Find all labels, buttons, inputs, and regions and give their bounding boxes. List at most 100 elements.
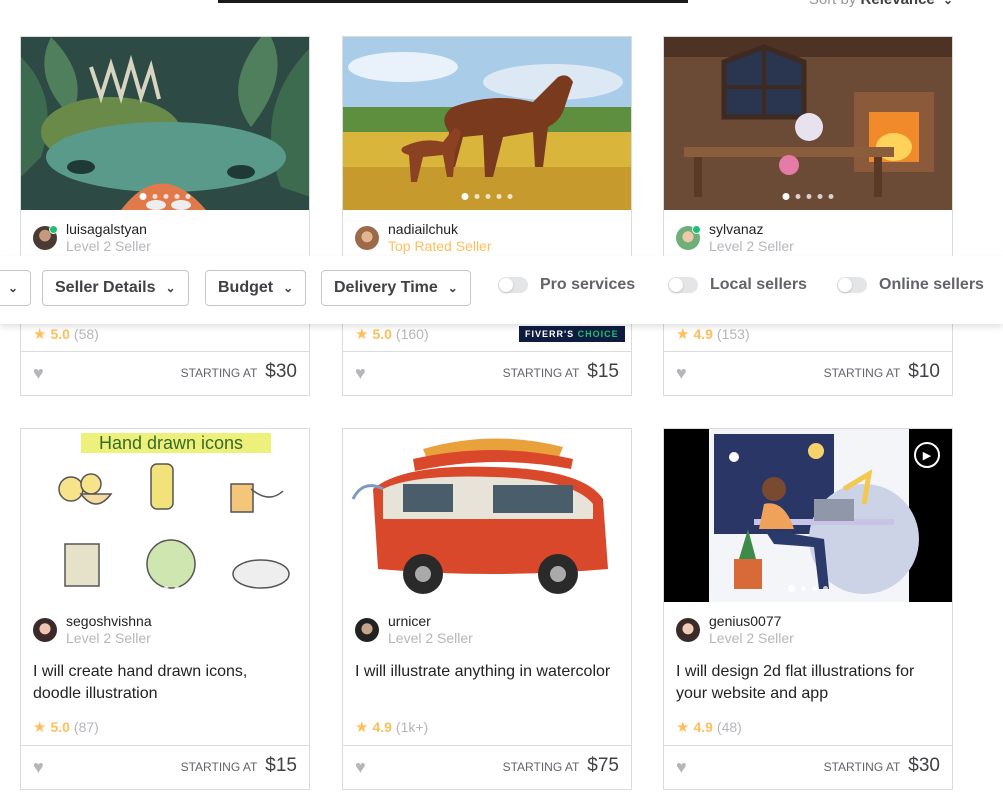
filter-dropdown-previous[interactable]: ⌄ (0, 270, 31, 306)
gig-price[interactable]: STARTING AT $15 (181, 755, 297, 777)
price-value: $10 (908, 361, 940, 382)
seller-level: Top Rated Seller (388, 238, 492, 254)
gig-footer: ♥ STARTING AT $15 (343, 351, 631, 395)
gig-price[interactable]: STARTING AT $75 (503, 755, 619, 777)
seller-info: urnicer Level 2 Seller (355, 613, 473, 647)
carousel-dots[interactable] (461, 585, 513, 592)
seller-avatar[interactable] (355, 226, 379, 250)
gig-card[interactable]: ▶ genius0077 Level 2 Seller I will desig… (663, 428, 953, 790)
gig-price[interactable]: STARTING AT $30 (824, 755, 940, 777)
seller-avatar[interactable] (33, 618, 57, 642)
seller-name[interactable]: nadiailchuk (388, 221, 492, 238)
price-value: $15 (587, 361, 619, 382)
gig-price[interactable]: STARTING AT $10 (824, 361, 940, 383)
gig-card[interactable]: nadiailchuk Top Rated Seller ★ 5.0 (160)… (342, 36, 632, 396)
online-sellers-toggle[interactable]: Online sellers (837, 276, 984, 294)
seller-name[interactable]: segoshvishna (66, 613, 152, 630)
heart-icon[interactable]: ♥ (355, 364, 366, 382)
toggle-label: Pro services (540, 276, 636, 293)
seller-avatar[interactable] (676, 225, 701, 250)
price-label: STARTING AT (502, 366, 580, 380)
budget-filter[interactable]: Budget ⌄ (205, 270, 307, 306)
seller-details-filter[interactable]: Seller Details ⌄ (42, 270, 189, 306)
carousel-dots[interactable] (782, 193, 834, 200)
fiverrs-choice-badge: FIVERR'S CHOICE (519, 326, 625, 342)
toggle-label: Online sellers (879, 276, 984, 293)
toggle-switch[interactable] (837, 277, 867, 293)
seller-name[interactable]: urnicer (388, 613, 473, 630)
chevron-down-icon: ⌄ (283, 281, 294, 295)
online-status-icon (692, 225, 701, 234)
rating-count: (87) (73, 719, 99, 735)
heart-icon[interactable]: ♥ (676, 758, 687, 776)
chevron-down-icon: ⌄ (447, 281, 458, 295)
pro-services-toggle[interactable]: Pro services (498, 276, 635, 294)
header-underline (218, 0, 688, 3)
local-sellers-toggle[interactable]: Local sellers (668, 276, 807, 294)
gig-card[interactable]: luisagalstyan Level 2 Seller ★ 5.0 (58) … (20, 36, 310, 396)
frog-illustration-image (21, 37, 309, 210)
gig-thumbnail[interactable] (343, 37, 631, 210)
star-icon: ★ (676, 719, 690, 736)
carousel-dots[interactable] (461, 193, 513, 200)
rating-count: (1k+) (395, 719, 429, 735)
play-video-icon[interactable]: ▶ (914, 442, 940, 468)
seller-name[interactable]: luisagalstyan (66, 221, 151, 238)
watercolor-van-image (343, 429, 631, 602)
seller-level: Level 2 Seller (388, 630, 473, 646)
carousel-dots[interactable] (139, 193, 191, 200)
flat-illustration-video (664, 429, 952, 602)
price-value: $75 (587, 755, 619, 776)
gig-card[interactable]: sylvanaz Level 2 Seller ★ 4.9 (153) ♥ ST… (663, 36, 953, 396)
carousel-dots[interactable] (788, 585, 828, 592)
gig-title[interactable]: I will create hand drawn icons, doodle i… (33, 661, 297, 705)
seller-avatar[interactable] (355, 618, 379, 642)
rating-value: 5.0 (50, 719, 70, 735)
gig-thumbnail[interactable]: ▶ (664, 429, 952, 602)
gig-footer: ♥ STARTING AT $30 (21, 351, 309, 395)
sort-by-dropdown[interactable]: Sort by Relevance ⌄ (809, 0, 953, 8)
seller-name[interactable]: sylvanaz (709, 221, 794, 238)
seller-level: Level 2 Seller (66, 630, 151, 646)
chevron-down-icon: ⌄ (165, 281, 176, 295)
gig-rating: ★ 4.9 (48) (676, 718, 742, 736)
delivery-time-filter[interactable]: Delivery Time ⌄ (321, 270, 471, 306)
heart-icon[interactable]: ♥ (33, 364, 44, 382)
seller-avatar[interactable] (33, 225, 58, 250)
gig-rating: ★ 4.9 (1k+) (355, 718, 428, 736)
seller-level: Level 2 Seller (66, 238, 151, 254)
gig-title[interactable]: I will design 2d flat illustrations for … (676, 661, 940, 705)
seller-name[interactable]: genius0077 (709, 613, 794, 630)
gig-thumbnail[interactable]: Hand drawn icons (21, 429, 309, 602)
price-value: $30 (265, 361, 297, 382)
gig-card[interactable]: urnicer Level 2 Seller I will illustrate… (342, 428, 632, 790)
rating-count: (58) (73, 326, 99, 342)
rating-count: (153) (716, 326, 750, 342)
gig-price[interactable]: STARTING AT $30 (181, 361, 297, 383)
gig-thumbnail[interactable] (664, 37, 952, 210)
gig-title[interactable]: I will illustrate anything in watercolor (355, 661, 619, 683)
gig-footer: ♥ STARTING AT $30 (664, 745, 952, 789)
rating-value: 4.9 (693, 719, 713, 735)
heart-icon[interactable]: ♥ (355, 758, 366, 776)
heart-icon[interactable]: ♥ (33, 758, 44, 776)
gig-card[interactable]: Hand drawn icons segoshvishna Level 2 Se… (20, 428, 310, 790)
gig-thumbnail[interactable] (343, 429, 631, 602)
carousel-dots[interactable] (139, 585, 191, 592)
filter-bar: ⌄ Seller Details ⌄ Budget ⌄ Delivery Tim… (0, 256, 1003, 324)
toggle-switch[interactable] (668, 277, 698, 293)
hand-drawn-icons-image: Hand drawn icons (21, 429, 309, 602)
sort-by-value: Relevance (861, 0, 935, 8)
heart-icon[interactable]: ♥ (676, 364, 687, 382)
toggle-switch[interactable] (498, 277, 528, 293)
gig-thumbnail[interactable] (21, 37, 309, 210)
gig-price[interactable]: STARTING AT $15 (503, 361, 619, 383)
price-label: STARTING AT (823, 760, 901, 774)
seller-avatar[interactable] (676, 618, 700, 642)
seller-info: segoshvishna Level 2 Seller (33, 613, 152, 647)
seller-level: Level 2 Seller (709, 630, 794, 646)
star-icon: ★ (676, 326, 690, 343)
star-icon: ★ (33, 719, 47, 736)
seller-info: luisagalstyan Level 2 Seller (33, 221, 151, 255)
gig-rating: ★ 5.0 (160) (355, 325, 429, 343)
